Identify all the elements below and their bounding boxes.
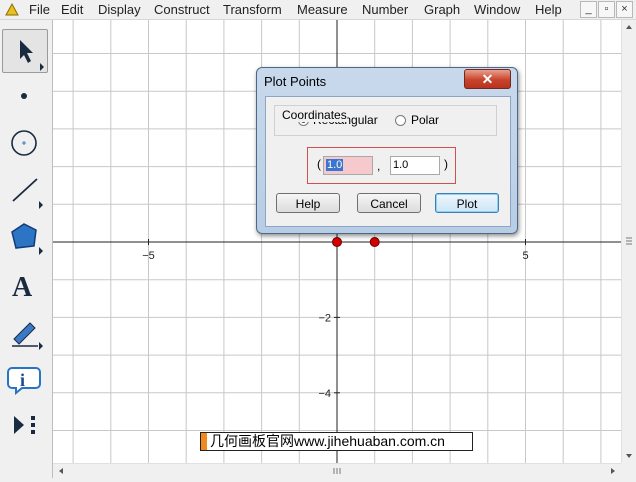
y-coordinate-input[interactable]: 1.0 <box>390 156 440 175</box>
menu-window[interactable]: Window <box>474 1 520 18</box>
dialog-close-button[interactable]: ✕ <box>464 69 511 89</box>
dialog-title: Plot Points <box>264 74 327 89</box>
plot-button[interactable]: Plot <box>435 193 499 213</box>
x-tick-label: −5 <box>142 250 155 262</box>
coordinate-separator: , <box>377 159 381 173</box>
plot-points-dialog: Plot Points ✕ Rectangular Polar Coordina… <box>256 67 518 234</box>
menu-number[interactable]: Number <box>362 1 408 18</box>
toolbox: A i <box>0 20 53 478</box>
cancel-button[interactable]: Cancel <box>357 193 421 213</box>
restore-button[interactable]: ▫ <box>598 1 615 18</box>
polar-radio[interactable] <box>395 115 406 126</box>
compass-tool[interactable] <box>2 121 48 165</box>
app-icon[interactable] <box>4 2 20 17</box>
polar-label[interactable]: Polar <box>411 113 439 127</box>
segment-icon <box>12 178 43 209</box>
open-paren: ( <box>317 157 321 171</box>
menu-graph[interactable]: Graph <box>424 1 460 18</box>
minimize-button[interactable]: _ <box>580 1 597 18</box>
polygon-tool[interactable] <box>2 214 48 258</box>
point-tool[interactable] <box>2 74 48 118</box>
arrow-icon <box>20 40 44 71</box>
vertical-scroll-arrows-icon <box>626 25 632 458</box>
plotted-point[interactable] <box>369 237 380 247</box>
y-coordinate-value: 1.0 <box>393 159 409 171</box>
close-window-button[interactable]: × <box>616 1 633 18</box>
x-coordinate-value: 1.0 <box>326 159 344 171</box>
dialog-body: Rectangular Polar Coordinates ( 1.0 , 1.… <box>265 96 511 227</box>
y-tick-label: −4 <box>318 388 331 400</box>
custom-tools-icon <box>14 416 35 434</box>
text-tool[interactable]: A <box>2 263 48 307</box>
custom-tool[interactable] <box>2 403 48 447</box>
watermark-accent <box>201 433 207 450</box>
horizontal-scrollbar[interactable] <box>53 463 621 479</box>
scrollbar-corner <box>621 463 636 478</box>
x-tick-label: 5 <box>522 250 528 262</box>
menu-file[interactable]: File <box>29 1 50 18</box>
text-tool-glyph: A <box>12 272 33 303</box>
close-paren: ) <box>444 157 448 171</box>
help-button[interactable]: Help <box>276 193 340 213</box>
marker-icon <box>12 322 43 350</box>
watermark-banner: 几何画板官网www.jihehuaban.com.cn <box>200 432 473 451</box>
straightedge-tool[interactable] <box>2 168 48 212</box>
menu-bar: File Edit Display Construct Transform Me… <box>0 0 636 20</box>
menu-edit[interactable]: Edit <box>61 1 83 18</box>
coordinate-entry: ( 1.0 , 1.0 ) <box>307 147 456 184</box>
point-icon <box>21 93 27 99</box>
polygon-icon <box>11 223 43 255</box>
coordinates-label: Coordinates <box>282 108 347 122</box>
y-tick-label: −2 <box>318 312 331 324</box>
x-coordinate-input[interactable]: 1.0 <box>323 156 373 175</box>
menu-display[interactable]: Display <box>98 1 141 18</box>
info-icon: i <box>7 367 41 396</box>
menu-help[interactable]: Help <box>535 1 562 18</box>
text-icon: A <box>12 272 33 303</box>
vertical-scrollbar[interactable] <box>621 20 636 463</box>
close-icon: ✕ <box>481 71 494 87</box>
menu-construct[interactable]: Construct <box>154 1 210 18</box>
information-tool[interactable]: i <box>2 356 48 400</box>
watermark-text: 几何画板官网www.jihehuaban.com.cn <box>210 433 445 449</box>
menu-transform[interactable]: Transform <box>223 1 282 18</box>
arrow-select-tool[interactable] <box>2 29 48 73</box>
horizontal-scroll-arrows-icon <box>59 468 615 474</box>
marker-tool[interactable] <box>2 309 48 353</box>
plotted-point[interactable] <box>332 237 342 247</box>
menu-measure[interactable]: Measure <box>297 1 348 18</box>
info-tool-glyph: i <box>20 370 25 390</box>
compass-icon <box>11 130 37 156</box>
